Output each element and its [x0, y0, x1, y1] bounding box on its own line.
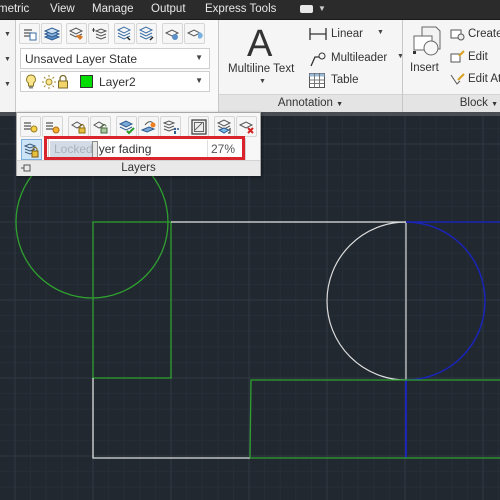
locked-layer-fading-toggle[interactable] [21, 139, 42, 160]
create-block-button[interactable]: Create [450, 26, 500, 44]
annotation-panel-title[interactable]: Annotation ▼ [219, 94, 402, 112]
layers-panel-title: Layers [121, 162, 156, 174]
edit-attributes-icon [450, 73, 465, 85]
multiline-text-icon[interactable]: A [247, 23, 272, 66]
layer-lock-icon[interactable] [68, 116, 89, 137]
padlock-icon [58, 74, 68, 89]
pin-icon[interactable] [20, 162, 32, 174]
layers-panel: Unsaved Layer State ▼ Layer2 ▼ [16, 20, 218, 112]
insert-block-icon[interactable] [412, 25, 442, 57]
layer-state-dropdown[interactable]: Unsaved Layer State ▼ [20, 48, 210, 69]
chevron-down-icon[interactable]: ▼ [318, 4, 326, 13]
chevron-down-icon[interactable]: ▼ [4, 50, 14, 70]
table-button[interactable]: Table [309, 72, 379, 90]
layer-walk-icon[interactable] [88, 23, 109, 44]
locked-layer-fading-row: Locked lyer fading 27% [20, 138, 258, 160]
layer-color-swatch [80, 75, 93, 88]
set-current-layer-icon[interactable] [116, 116, 137, 137]
slider-value: 27% [211, 142, 236, 156]
cloud-tab-icon[interactable] [300, 5, 313, 13]
locked-layer-fading-slider[interactable]: Locked lyer fading 27% [48, 138, 246, 160]
layer-change-icon[interactable] [138, 116, 159, 137]
multileader-button[interactable]: Multileader ▼ [309, 50, 404, 68]
layer-properties-icon[interactable] [41, 23, 62, 44]
tab-express-tools[interactable]: Express Tools [205, 3, 276, 15]
white-arc [326, 221, 407, 381]
layer-unisolate-icon[interactable] [184, 23, 205, 44]
copy-objects-to-layer-icon[interactable] [114, 23, 135, 44]
tab-manage[interactable]: Manage [92, 3, 134, 15]
chevron-down-icon: ▼ [195, 53, 203, 62]
block-panel-title[interactable]: Block ▼ [403, 94, 500, 112]
linear-dimension-button[interactable]: Linear ▼ [309, 26, 399, 44]
lightbulb-on-icon [26, 74, 36, 89]
sun-icon [42, 75, 56, 89]
make-current-icon[interactable] [66, 23, 87, 44]
layer-walk-icon[interactable] [160, 116, 181, 137]
layer-isolate-icon[interactable] [162, 23, 183, 44]
slider-label: Locked lyer fading [54, 142, 152, 156]
chevron-down-icon: ▼ [491, 101, 498, 108]
chevron-down-icon: ▼ [377, 29, 384, 36]
current-layer-name: Layer2 [99, 75, 136, 89]
blue-arc [405, 221, 486, 381]
multiline-text-button[interactable]: Multiline Text [228, 63, 294, 75]
tab-parametric[interactable]: metric [0, 3, 29, 15]
viewport-freeze-icon[interactable] [188, 116, 209, 137]
slider-thumb[interactable] [92, 141, 98, 158]
chevron-down-icon: ▼ [336, 101, 344, 108]
chevron-down-icon[interactable]: ▼ [4, 75, 14, 95]
linear-dimension-icon [309, 28, 327, 40]
locked-layer-icon [24, 143, 39, 158]
layer-delete-icon[interactable] [236, 116, 257, 137]
layers-flyout-panel: Locked lyer fading 27% Layers [16, 112, 261, 176]
edit-attributes-button[interactable]: Edit At [450, 71, 500, 89]
chevron-down-icon[interactable]: ▼ [4, 25, 14, 45]
table-icon [309, 73, 325, 88]
layer-state-value: Unsaved Layer State [25, 52, 138, 66]
tab-view[interactable]: View [50, 3, 75, 15]
edit-block-icon [450, 50, 465, 63]
green-rectangle-lower [249, 379, 500, 459]
multileader-icon [310, 52, 326, 67]
ribbon-left-stub: ▼ ▼ ▼ [0, 20, 16, 112]
layer-move-icon[interactable] [214, 116, 235, 137]
layer-on-icon[interactable] [20, 116, 41, 137]
layers-panel-footer: Layers [17, 160, 260, 176]
create-block-icon [450, 29, 465, 41]
slider-value-divider [207, 140, 208, 158]
ribbon: ▼ ▼ ▼ Unsaved Layer State ▼ Layer2 ▼ A M… [0, 20, 500, 112]
layer-merge-icon[interactable] [136, 23, 157, 44]
current-layer-dropdown[interactable]: Layer2 ▼ [20, 71, 210, 92]
menu-bar: metric View Manage Output Express Tools … [0, 0, 500, 20]
insert-button[interactable]: Insert [410, 62, 439, 74]
chevron-down-icon[interactable]: ▼ [259, 78, 266, 85]
layer-unlock-icon[interactable] [90, 116, 111, 137]
chevron-down-icon: ▼ [195, 76, 203, 85]
layer-thaw-icon[interactable] [42, 116, 63, 137]
edit-block-button[interactable]: Edit [450, 49, 500, 67]
tab-output[interactable]: Output [151, 3, 186, 15]
layer-match-icon[interactable] [19, 23, 40, 44]
